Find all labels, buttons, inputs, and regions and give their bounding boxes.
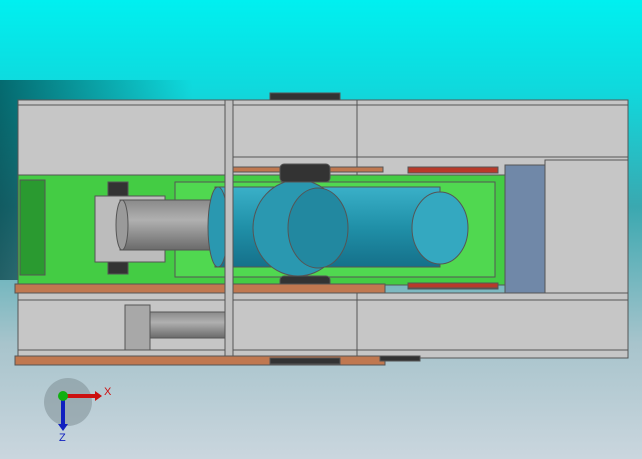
cad-viewport[interactable]: X Z [0, 0, 642, 459]
lower-clevis [124, 304, 151, 351]
triad-shadow [44, 378, 92, 426]
z-axis-label: Z [59, 432, 66, 444]
trunnion-pad [279, 163, 331, 183]
bottom-black-pad [379, 355, 421, 362]
model-assembly[interactable] [14, 92, 629, 366]
rod-end [115, 199, 129, 251]
right-block [544, 159, 629, 296]
y-axis-dot [58, 391, 68, 401]
red-bar-lower [407, 282, 499, 289]
bottom-black-pad [269, 357, 341, 365]
clevis-pin [107, 261, 129, 275]
vertical-post [224, 99, 234, 359]
lower-frame-band [17, 292, 629, 359]
lower-rod [149, 311, 226, 339]
cylinder-end-cap [411, 191, 469, 265]
piston-rod [119, 199, 221, 251]
cylinder-flange-inner [287, 187, 349, 269]
copper-bar [14, 283, 386, 294]
clevis-pin [107, 181, 129, 197]
green-housing-end [19, 179, 46, 276]
blue-plate [504, 164, 546, 296]
red-bar [407, 166, 499, 174]
x-axis-label: X [104, 386, 112, 398]
